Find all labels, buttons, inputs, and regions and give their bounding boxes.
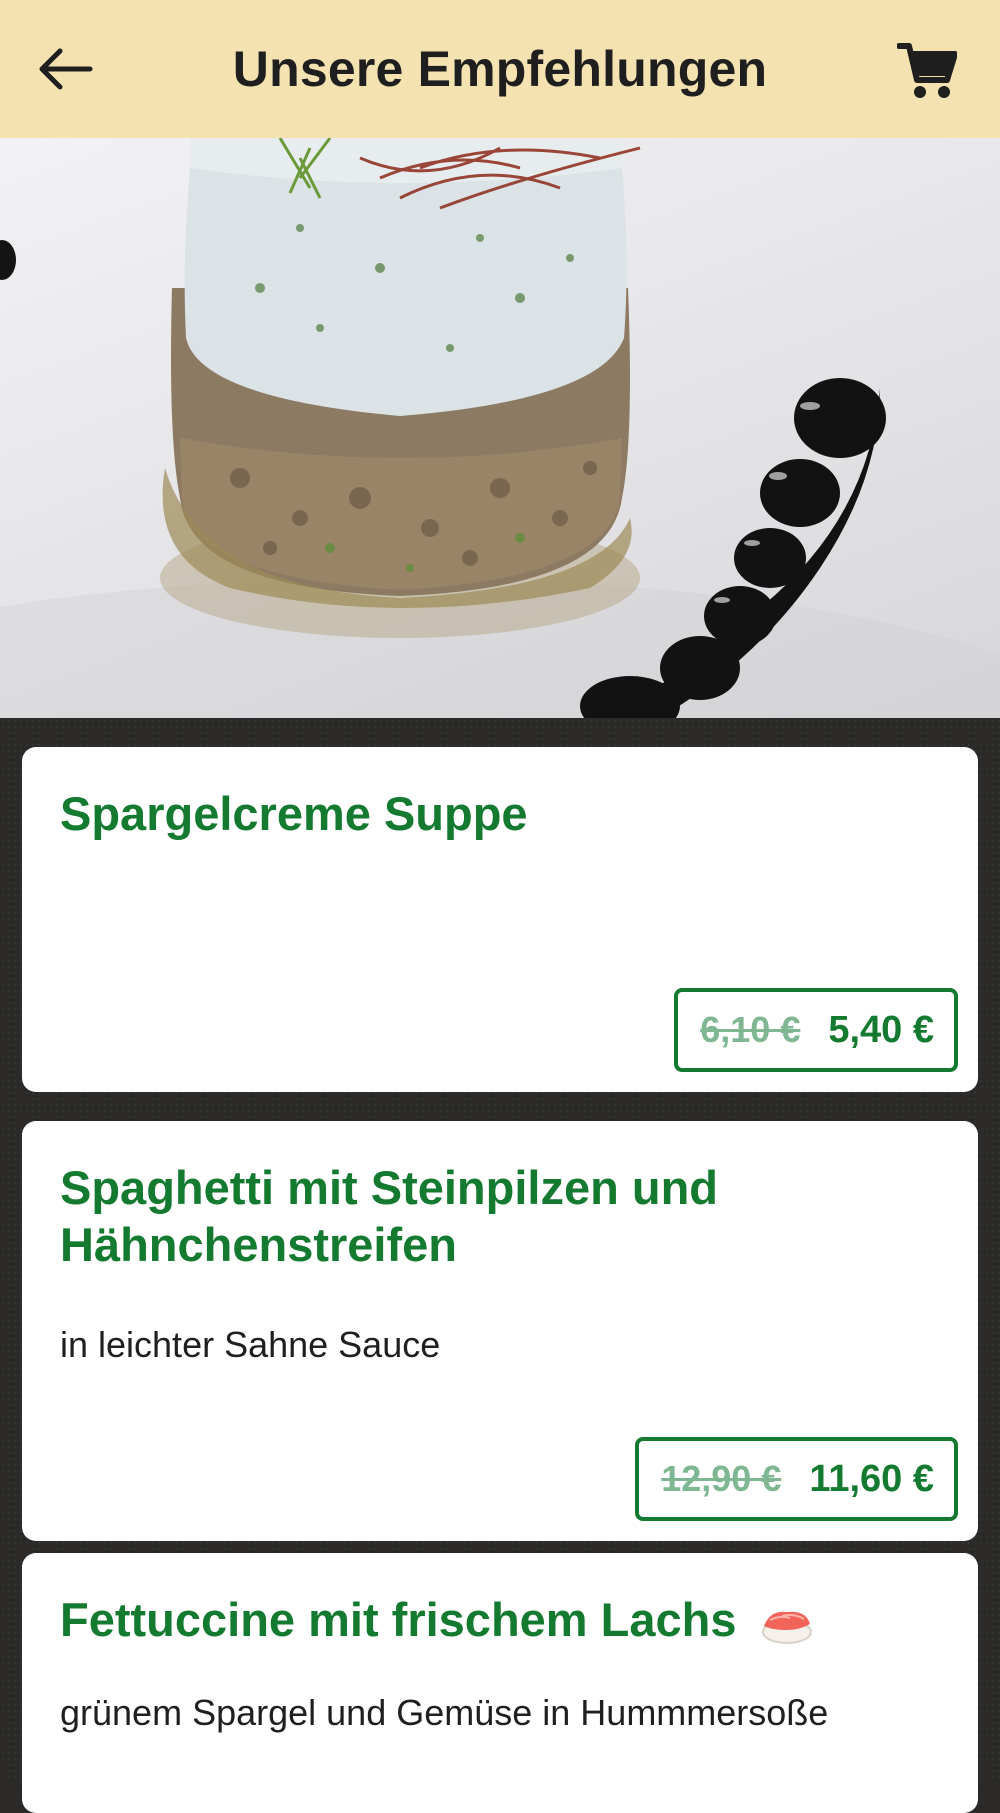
price-button[interactable]: 6,10 € 5,40 € — [674, 988, 958, 1072]
arrow-left-icon — [39, 48, 93, 90]
menu-item-card[interactable]: Spaghetti mit Steinpilzen und Hähnchenst… — [22, 1121, 978, 1541]
price-button[interactable]: 12,90 € 11,60 € — [635, 1437, 958, 1521]
cart-button[interactable] — [892, 36, 962, 106]
back-button[interactable] — [30, 34, 100, 104]
menu-item-description: grünem Spargel und Gemüse in Hummmersoße — [60, 1692, 829, 1734]
dish-photo — [0, 138, 1000, 718]
current-price: 11,60 € — [809, 1457, 934, 1500]
menu-item-description: in leichter Sahne Sauce — [60, 1323, 441, 1365]
current-price: 5,40 € — [828, 1008, 934, 1051]
shopping-cart-icon — [897, 43, 957, 98]
old-price: 6,10 € — [700, 1009, 801, 1050]
menu-item-name: Spaghetti mit Steinpilzen und Hähnchenst… — [60, 1161, 718, 1272]
menu-item-name: Spargelcreme Suppe — [60, 787, 528, 840]
menu-item-card[interactable]: Fettuccine mit frischem Lachs grünem Spa… — [22, 1553, 978, 1813]
old-price: 12,90 € — [661, 1458, 782, 1499]
sushi-icon — [761, 1611, 812, 1644]
hero-image — [0, 138, 1000, 718]
page-title: Unsere Empfehlungen — [232, 41, 768, 97]
menu-item-name: Fettuccine mit frischem Lachs — [60, 1593, 737, 1646]
menu-item-card[interactable]: Spargelcreme Suppe 6,10 € 5,40 € — [22, 747, 978, 1092]
menu-item-name-row: Fettuccine mit frischem Lachs — [60, 1591, 940, 1648]
recommendation-list: Spargelcreme Suppe 6,10 € 5,40 € Spaghet… — [0, 718, 1000, 1813]
top-bar: Unsere Empfehlungen — [0, 0, 1000, 138]
